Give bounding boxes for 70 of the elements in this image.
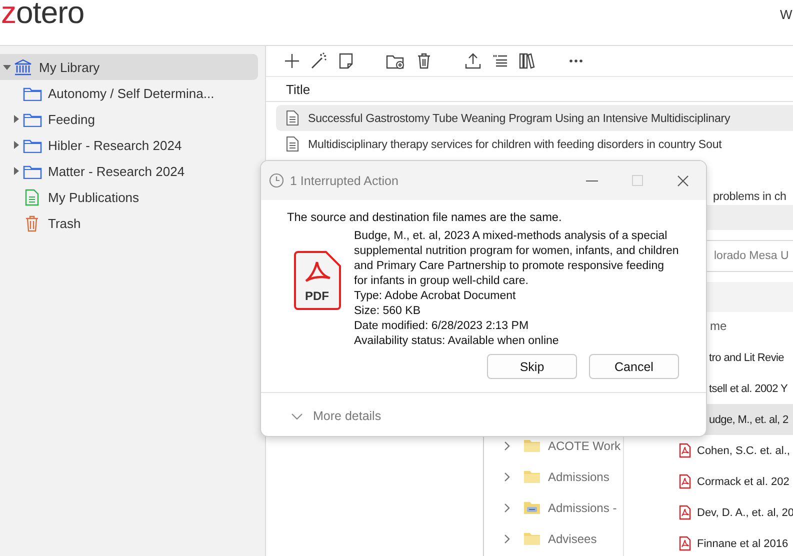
sidebar-item[interactable]: Hibler - Research 2024 bbox=[0, 132, 258, 158]
file-name[interactable]: Cohen, S.C. et. al., bbox=[697, 444, 790, 456]
column-header[interactable]: me bbox=[710, 319, 727, 333]
folder-name[interactable]: Admissions - bbox=[548, 500, 617, 514]
chevron-right-icon[interactable] bbox=[504, 472, 511, 482]
sidebar-item[interactable]: Autonomy / Self Determina... bbox=[0, 80, 258, 106]
dialog-title: 1 Interrupted Action bbox=[290, 174, 400, 188]
sidebar-item[interactable]: My Publications bbox=[0, 184, 258, 210]
sidebar-item[interactable]: Matter - Research 2024 bbox=[0, 158, 258, 184]
app-logo: zotero bbox=[1, 0, 84, 30]
document-icon bbox=[286, 110, 299, 126]
library-building-icon bbox=[14, 58, 32, 76]
folder-icon bbox=[523, 470, 541, 484]
chevron-right-icon[interactable] bbox=[504, 440, 511, 450]
more-details-toggle[interactable]: More details bbox=[313, 409, 382, 423]
file-name[interactable]: Finnane et al 2016 bbox=[697, 538, 788, 550]
expanded-arrow-icon[interactable] bbox=[2, 62, 12, 72]
item-row[interactable]: Multidisciplinary therapy services for children with feeding disorders in country Sout bbox=[276, 131, 793, 157]
header-text: W bbox=[780, 7, 792, 22]
network-folder-icon bbox=[523, 500, 541, 514]
pdf-file-icon bbox=[679, 536, 691, 551]
pdf-file-icon bbox=[679, 505, 691, 520]
folder-name[interactable]: Admissions bbox=[548, 470, 610, 484]
trash-icon bbox=[25, 214, 39, 232]
close-icon[interactable] bbox=[677, 174, 689, 186]
folder-icon bbox=[523, 532, 541, 546]
folder-icon bbox=[22, 86, 42, 100]
item-title[interactable]: problems in ch bbox=[713, 190, 786, 202]
books-icon[interactable] bbox=[518, 52, 536, 70]
file-type: Type: Adobe Acrobat Document bbox=[354, 289, 517, 304]
dialog-button[interactable]: Cancel bbox=[589, 354, 679, 379]
clock-icon bbox=[269, 173, 284, 188]
file-name[interactable]: Cormack et al. 202 bbox=[697, 476, 790, 488]
minimize-icon[interactable] bbox=[586, 180, 598, 182]
item-row[interactable]: Successful Gastrostomy Tube Weaning Program Using an Intensive Multidisciplinary bbox=[276, 105, 793, 131]
magic-wand-icon[interactable] bbox=[310, 52, 328, 70]
pdf-file-icon bbox=[679, 443, 691, 458]
sidebar-item[interactable]: My Library bbox=[0, 54, 258, 80]
sidebar-item[interactable]: Feeding bbox=[0, 106, 258, 132]
pdf-file-icon bbox=[679, 474, 691, 489]
sidebar-item[interactable]: Trash bbox=[0, 210, 258, 236]
collapsed-arrow-icon[interactable] bbox=[11, 140, 21, 150]
collapsed-arrow-icon[interactable] bbox=[11, 114, 21, 124]
folder-name[interactable]: Advisees bbox=[548, 532, 597, 546]
chevron-down-icon[interactable] bbox=[291, 412, 303, 420]
pdf-file-icon: PDF bbox=[294, 250, 342, 310]
folder-icon bbox=[22, 138, 42, 152]
document-icon bbox=[286, 136, 299, 152]
upload-icon[interactable] bbox=[464, 52, 482, 70]
file-name[interactable]: tro and Lit Revie bbox=[709, 352, 784, 364]
folder-name[interactable]: ACOTE Work bbox=[548, 438, 620, 452]
note-icon[interactable] bbox=[337, 52, 355, 70]
file-name: Budge, M., et. al, 2023 A mixed-methods analysis of a special supplemental nutrition program for women, infants, and children and Primary Care Partnership to promote responsive feeding for infants in group well-child care. bbox=[354, 229, 680, 289]
collapsed-arrow-icon[interactable] bbox=[11, 166, 21, 176]
column-header[interactable]: Title bbox=[286, 82, 310, 96]
document-icon bbox=[25, 188, 39, 206]
chevron-right-icon[interactable] bbox=[504, 502, 511, 512]
trash-icon[interactable] bbox=[415, 52, 433, 70]
chevron-right-icon[interactable] bbox=[504, 534, 511, 544]
dialog-message: The source and destination file names are the same. bbox=[287, 210, 563, 224]
file-availability: Availability status: Available when online bbox=[354, 334, 560, 349]
file-name[interactable]: udge, M., et. al, 2 bbox=[709, 414, 788, 426]
file-date: Date modified: 6/28/2023 2:13 PM bbox=[354, 319, 530, 334]
folder-icon bbox=[523, 438, 541, 452]
folder-icon bbox=[22, 112, 42, 126]
plus-icon[interactable] bbox=[283, 52, 301, 70]
file-size: Size: 560 KB bbox=[354, 304, 422, 319]
file-name[interactable]: tsell et al. 2002 Y bbox=[709, 382, 788, 394]
dialog-button[interactable]: Skip bbox=[487, 354, 577, 379]
folder-icon bbox=[22, 164, 42, 178]
